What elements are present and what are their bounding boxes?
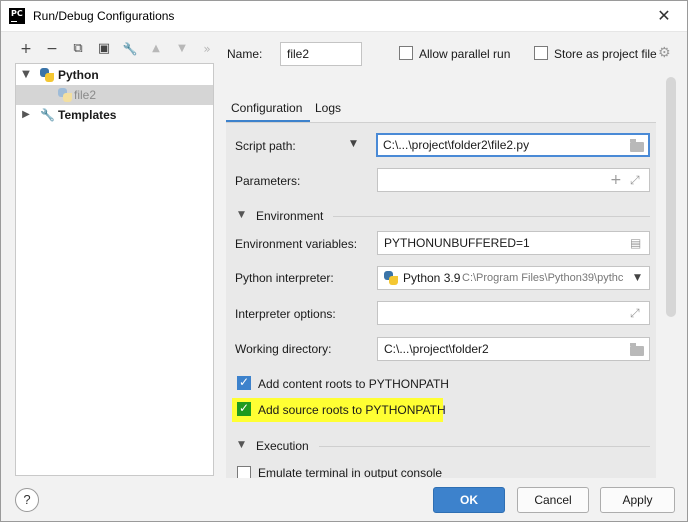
working-dir-label: Working directory: bbox=[235, 342, 332, 356]
tree-item-label: Templates bbox=[58, 108, 117, 122]
run-debug-dialog: PC Run/Debug Configurations ✕ + − ⧉ ▣ 🔧 … bbox=[0, 0, 688, 522]
emulate-terminal-checkbox[interactable] bbox=[237, 466, 251, 478]
plus-icon[interactable]: + bbox=[610, 169, 622, 191]
parameters-input[interactable]: + ⤢ bbox=[377, 168, 650, 192]
python-icon bbox=[40, 68, 54, 82]
interpreter-name: Python 3.9 bbox=[403, 271, 461, 285]
collapse-environment-icon[interactable]: ▼ bbox=[238, 210, 245, 220]
move-down-icon[interactable]: ▼ bbox=[172, 39, 192, 59]
interpreter-options-label: Interpreter options: bbox=[235, 307, 336, 321]
collapse-execution-icon[interactable]: ▼ bbox=[238, 440, 245, 450]
clipped-row: Emulate terminal in output console bbox=[226, 463, 656, 478]
store-project-label: Store as project file bbox=[554, 47, 657, 61]
script-path-value: C:\...\project\folder2\file2.py bbox=[383, 138, 530, 152]
interpreter-options-input[interactable]: ⤢ bbox=[377, 301, 650, 325]
wrench-icon: 🔧 bbox=[40, 108, 55, 122]
wrench-icon[interactable]: 🔧 bbox=[120, 39, 140, 59]
tree-item-label: Python bbox=[58, 68, 99, 82]
interpreter-label: Python interpreter: bbox=[235, 271, 334, 285]
tree-item-python[interactable]: ▼ Python bbox=[16, 65, 213, 85]
chevron-right-icon[interactable]: ▶ bbox=[20, 105, 32, 125]
tab-configuration[interactable]: Configuration bbox=[226, 95, 310, 123]
pycharm-icon: PC bbox=[9, 8, 25, 24]
interpreter-path: C:\Program Files\Python39\pythc bbox=[462, 272, 624, 284]
chevron-down-icon[interactable]: ▼ bbox=[20, 65, 32, 85]
divider bbox=[333, 216, 650, 217]
env-vars-label: Environment variables: bbox=[235, 237, 358, 251]
parameters-label: Parameters: bbox=[235, 174, 301, 188]
working-dir-value: C:\...\project\folder2 bbox=[384, 342, 489, 356]
copy-icon[interactable]: ⧉ bbox=[68, 39, 88, 59]
tree-item-file2[interactable]: file2 bbox=[16, 85, 213, 105]
divider bbox=[319, 446, 650, 447]
configuration-tree: ▼ Python file2 ▶ 🔧 Templates bbox=[15, 63, 214, 476]
source-roots-label: Add source roots to PYTHONPATH bbox=[258, 403, 446, 417]
more-icon[interactable]: » bbox=[197, 39, 217, 59]
tab-logs[interactable]: Logs bbox=[315, 101, 341, 115]
apply-button[interactable]: Apply bbox=[600, 487, 675, 513]
cancel-button[interactable]: Cancel bbox=[517, 487, 589, 513]
tree-item-label: file2 bbox=[74, 88, 97, 102]
move-up-icon[interactable]: ▲ bbox=[146, 39, 166, 59]
name-input[interactable]: file2 bbox=[280, 42, 362, 66]
working-dir-input[interactable]: C:\...\project\folder2 bbox=[377, 337, 650, 361]
name-label: Name: bbox=[227, 47, 263, 61]
chevron-down-icon[interactable]: ▼ bbox=[634, 267, 648, 289]
store-project-checkbox[interactable] bbox=[534, 46, 548, 60]
help-button[interactable]: ? bbox=[15, 488, 39, 512]
python-icon bbox=[384, 271, 398, 285]
title-bar: PC Run/Debug Configurations ✕ bbox=[1, 1, 687, 32]
interpreter-select[interactable]: Python 3.9 C:\Program Files\Python39\pyt… bbox=[377, 266, 650, 290]
script-path-label: Script path: bbox=[235, 139, 296, 153]
env-vars-input[interactable]: PYTHONUNBUFFERED=1 ▤ bbox=[377, 231, 650, 255]
environment-header: Environment bbox=[256, 209, 324, 223]
emulate-terminal-label: Emulate terminal in output console bbox=[258, 466, 443, 478]
ok-button[interactable]: OK bbox=[433, 487, 505, 513]
save-icon[interactable]: ▣ bbox=[94, 39, 114, 59]
allow-parallel-checkbox[interactable] bbox=[399, 46, 413, 60]
content-roots-checkbox[interactable] bbox=[237, 375, 251, 390]
python-file-icon bbox=[58, 88, 72, 102]
tab-label: Configuration bbox=[231, 101, 303, 115]
script-path-input[interactable]: C:\...\project\folder2\file2.py bbox=[376, 133, 650, 157]
folder-icon[interactable] bbox=[630, 139, 644, 152]
source-roots-checkbox[interactable] bbox=[237, 401, 251, 416]
allow-parallel-label: Allow parallel run bbox=[419, 47, 511, 61]
content-roots-label: Add content roots to PYTHONPATH bbox=[258, 377, 449, 391]
execution-header: Execution bbox=[256, 439, 309, 453]
close-icon[interactable]: ✕ bbox=[653, 5, 675, 27]
chevron-down-icon[interactable]: ▼ bbox=[350, 139, 357, 149]
window-title: Run/Debug Configurations bbox=[33, 9, 175, 23]
expand-icon[interactable]: ⤢ bbox=[630, 302, 640, 324]
add-icon[interactable]: + bbox=[16, 39, 36, 59]
remove-icon[interactable]: − bbox=[42, 39, 62, 59]
expand-icon[interactable]: ⤢ bbox=[630, 169, 640, 191]
gear-icon[interactable]: ⚙ bbox=[658, 45, 671, 61]
env-vars-value: PYTHONUNBUFFERED=1 bbox=[384, 236, 530, 250]
tree-item-templates[interactable]: ▶ 🔧 Templates bbox=[16, 105, 213, 125]
folder-icon[interactable] bbox=[630, 343, 644, 356]
document-icon[interactable]: ▤ bbox=[630, 232, 641, 254]
scrollbar[interactable] bbox=[666, 77, 676, 317]
